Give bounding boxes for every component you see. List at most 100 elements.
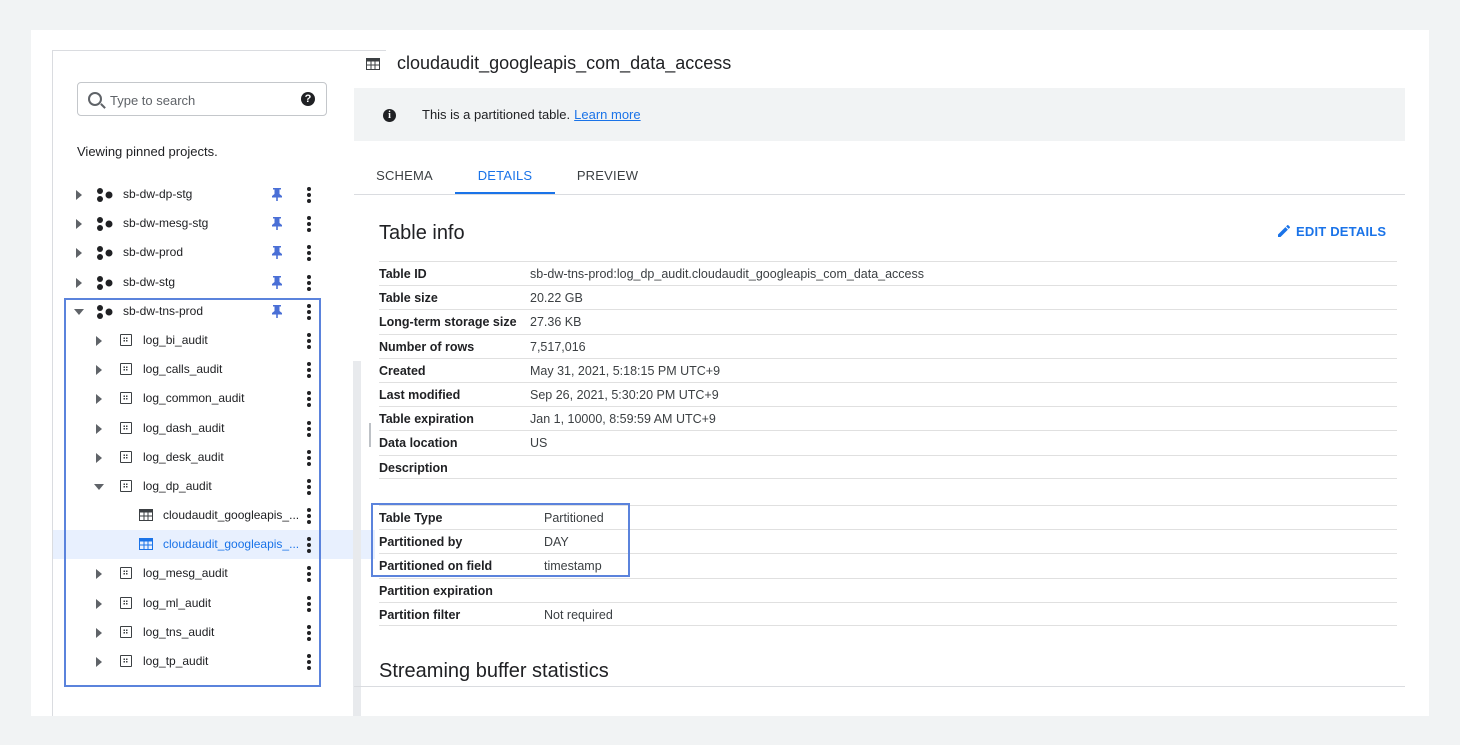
tree-row-label: cloudaudit_googleapis_...	[163, 508, 300, 523]
tree-row-dataset[interactable]: log_calls_audit	[53, 355, 375, 384]
tree-row-dataset[interactable]: log_desk_audit	[53, 443, 375, 472]
tree-row-label: log_dp_audit	[143, 478, 212, 493]
tree-row-project[interactable]: sb-dw-tns-prod	[53, 297, 375, 326]
info-key: Partition expiration	[379, 583, 493, 598]
more-options-icon[interactable]	[307, 216, 311, 233]
table-detail-pane: cloudaudit_googleapis_com_data_access i …	[354, 30, 1429, 716]
info-row: Number of rows 7,517,016	[379, 333, 1397, 358]
more-options-icon[interactable]	[307, 595, 311, 612]
pin-icon[interactable]	[271, 304, 283, 318]
more-options-icon[interactable]	[307, 362, 311, 379]
table-info-heading: Table info	[379, 222, 465, 244]
page-title: cloudaudit_googleapis_com_data_access	[397, 53, 732, 73]
expand-arrow-icon[interactable]	[96, 598, 102, 609]
pin-icon[interactable]	[271, 275, 283, 289]
info-row: Partitioned by DAY	[379, 529, 1397, 553]
dataset-icon	[120, 567, 132, 580]
more-options-icon[interactable]	[307, 654, 311, 670]
more-options-icon[interactable]	[307, 332, 311, 349]
tree-row-dataset[interactable]: log_ml_audit	[53, 589, 375, 618]
info-key: Table expiration	[379, 412, 474, 427]
expand-arrow-icon[interactable]	[96, 569, 102, 580]
expand-arrow-icon[interactable]	[96, 335, 102, 346]
search-input[interactable]	[108, 89, 292, 111]
tree-row-dataset[interactable]: log_mesg_audit	[53, 559, 375, 588]
info-key: Partitioned by	[379, 535, 463, 550]
tree-row-label: log_dash_audit	[143, 420, 225, 435]
info-row: Last modified Sep 26, 2021, 5:30:20 PM UT…	[379, 381, 1397, 406]
expand-arrow-icon[interactable]	[96, 657, 102, 667]
tree-row-label: log_tp_audit	[143, 654, 209, 668]
expand-arrow-icon[interactable]	[96, 627, 102, 638]
project-icon	[97, 188, 113, 202]
dataset-icon	[120, 596, 132, 609]
search-box[interactable]: ?	[77, 82, 327, 116]
tree-row-dataset[interactable]: log_tns_audit	[53, 618, 375, 647]
expand-arrow-icon[interactable]	[76, 248, 82, 259]
tree-row-project[interactable]: sb-dw-stg	[53, 268, 375, 297]
info-value: May 31, 2021, 5:18:15 PM UTC+9	[530, 363, 721, 378]
dataset-icon	[120, 450, 132, 463]
pin-icon[interactable]	[271, 187, 283, 201]
more-options-icon[interactable]	[307, 508, 311, 525]
tree-row-dataset[interactable]: log_common_audit	[53, 384, 375, 413]
more-options-icon[interactable]	[307, 187, 311, 203]
info-row: Table expiration Jan 1, 10000, 8:59:59 AM…	[379, 406, 1397, 430]
search-icon	[88, 92, 102, 106]
tree-row-label: sb-dw-mesg-stg	[123, 216, 209, 231]
more-options-icon[interactable]	[307, 391, 311, 408]
tree-row-label: log_common_audit	[143, 391, 245, 406]
info-row: Description	[379, 454, 1397, 479]
help-icon[interactable]: ?	[301, 92, 315, 106]
expand-arrow-icon[interactable]	[96, 452, 102, 463]
dataset-icon	[120, 625, 132, 638]
tab-preview[interactable]: PREVIEW	[555, 158, 660, 194]
tab-details[interactable]: DETAILS	[455, 158, 555, 194]
more-options-icon[interactable]	[307, 245, 311, 262]
tree-row-dataset[interactable]: log_tp_audit	[53, 647, 375, 676]
info-key: Table Type	[379, 511, 443, 525]
expand-arrow-icon[interactable]	[96, 365, 102, 376]
tree-row-project[interactable]: sb-dw-dp-stg	[53, 180, 375, 209]
screenshot-frame: ? Viewing pinned projects. sb-dw-dp-stg …	[31, 30, 1429, 716]
streaming-buffer-heading: Streaming buffer statistics	[379, 660, 609, 682]
banner-text-wrap: This is a partitioned table. Learn more	[422, 107, 641, 122]
more-options-icon[interactable]	[307, 478, 311, 495]
tree-row-dataset[interactable]: log_dash_audit	[53, 414, 375, 443]
expand-arrow-icon[interactable]	[76, 190, 82, 200]
banner-text: This is a partitioned table.	[422, 107, 571, 122]
tree-row-dataset[interactable]: log_bi_audit	[53, 326, 375, 355]
expand-arrow-icon[interactable]	[76, 277, 82, 288]
expand-arrow-icon[interactable]	[76, 219, 82, 230]
collapse-arrow-icon[interactable]	[74, 308, 84, 315]
more-options-icon[interactable]	[307, 449, 311, 466]
more-options-icon[interactable]	[307, 537, 311, 554]
tree-row-project[interactable]: sb-dw-prod	[53, 238, 375, 267]
tree-row-label: cloudaudit_googleapis_...	[163, 537, 300, 552]
tree-row-dataset[interactable]: log_dp_audit	[53, 472, 375, 501]
more-options-icon[interactable]	[307, 274, 311, 291]
pin-icon[interactable]	[271, 245, 283, 260]
tree-row-table-selected[interactable]: cloudaudit_googleapis_...	[53, 530, 375, 560]
info-row: Long-term storage size 27.36 KB	[379, 309, 1397, 333]
tree-row-project[interactable]: sb-dw-mesg-stg	[53, 209, 375, 238]
project-icon	[97, 275, 113, 290]
info-key: Created	[379, 363, 426, 378]
more-options-icon[interactable]	[307, 624, 311, 641]
more-options-icon[interactable]	[307, 566, 311, 583]
more-options-icon[interactable]	[307, 303, 311, 320]
learn-more-link[interactable]: Learn more	[574, 107, 640, 122]
tree-row-table[interactable]: cloudaudit_googleapis_...	[53, 501, 375, 530]
edit-details-button[interactable]: EDIT DETAILS	[1278, 224, 1386, 239]
tree-row-label: log_mesg_audit	[143, 566, 228, 581]
tab-schema[interactable]: SCHEMA	[354, 158, 455, 194]
info-value: Partitioned	[544, 511, 604, 525]
expand-arrow-icon[interactable]	[96, 423, 102, 434]
collapse-arrow-icon[interactable]	[94, 483, 104, 490]
more-options-icon[interactable]	[307, 420, 311, 437]
info-key: Partition filter	[379, 607, 461, 622]
pin-icon[interactable]	[271, 216, 283, 231]
project-icon	[97, 304, 113, 319]
info-row: Table size 20.22 GB	[379, 285, 1397, 309]
expand-arrow-icon[interactable]	[96, 394, 102, 405]
